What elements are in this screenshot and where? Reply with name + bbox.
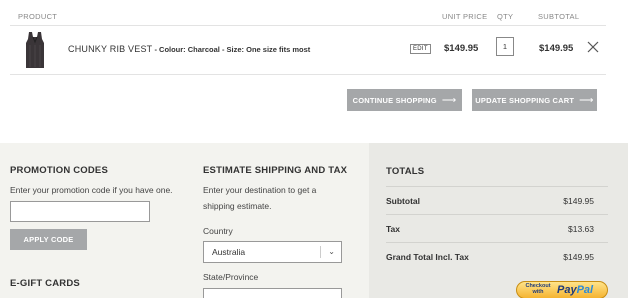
shipping-title: ESTIMATE SHIPPING AND TAX — [203, 165, 348, 176]
paypal-checkout-button[interactable]: Checkout with PayPal — [516, 281, 608, 298]
country-select[interactable]: Australia ⌄ — [203, 241, 342, 263]
qty-column-header: QTY — [497, 12, 514, 21]
paypal-logo-part-b: Pal — [576, 284, 594, 296]
item-subtotal: $149.95 — [539, 43, 574, 54]
totals-row-grand-total: Grand Total Incl. Tax $149.95 — [386, 242, 608, 270]
chevron-down-icon: ⌄ — [328, 247, 335, 256]
product-column-header: PRODUCT — [18, 12, 58, 21]
shipping-instructions: Enter your destination to get a shipping… — [203, 185, 317, 211]
promo-instructions: Enter your promotion code if you have on… — [10, 185, 173, 195]
continue-shopping-button[interactable]: CONTINUE SHOPPING ⟶ — [347, 89, 462, 111]
totals-panel: TOTALS Subtotal $149.95 Tax $13.63 Grand… — [369, 143, 628, 298]
totals-value: $149.95 — [563, 196, 594, 206]
totals-title: TOTALS — [386, 166, 425, 177]
totals-label: Grand Total Incl. Tax — [386, 252, 469, 262]
edit-item-button[interactable]: EDIT — [410, 44, 431, 54]
product-thumbnail[interactable] — [23, 31, 47, 69]
continue-shopping-label: CONTINUE SHOPPING — [352, 95, 437, 105]
update-cart-button[interactable]: UPDATE SHOPPING CART ⟶ — [472, 89, 597, 111]
quantity-input[interactable]: 1 — [496, 37, 514, 56]
totals-label: Tax — [386, 224, 401, 234]
promo-title: PROMOTION CODES — [10, 165, 109, 176]
cart-table-header: PRODUCT UNIT PRICE QTY SUBTOTAL — [0, 0, 628, 26]
select-divider — [320, 246, 321, 258]
product-title[interactable]: CHUNKY RIB VEST — [68, 44, 152, 54]
egift-title: E-GIFT CARDS — [10, 278, 80, 289]
state-label: State/Province — [203, 272, 259, 282]
country-value: Australia — [212, 247, 246, 257]
header-divider — [10, 25, 606, 26]
paypal-checkout-text: Checkout with — [525, 283, 551, 295]
product-name[interactable]: CHUNKY RIB VEST - Colour: Charcoal - Siz… — [68, 44, 310, 54]
remove-item-icon[interactable] — [587, 41, 599, 53]
state-select[interactable] — [203, 288, 342, 298]
paypal-logo-part-a: Pay — [557, 284, 577, 296]
country-label: Country — [203, 226, 233, 236]
totals-value: $149.95 — [563, 252, 594, 262]
arrow-right-icon: ⟶ — [579, 94, 594, 106]
totals-label: Subtotal — [386, 196, 420, 206]
arrow-right-icon: ⟶ — [441, 94, 457, 106]
product-options: - Colour: Charcoal - Size: One size fits… — [152, 45, 311, 54]
unit-price: $149.95 — [444, 43, 479, 54]
totals-row-subtotal: Subtotal $149.95 — [386, 186, 608, 214]
paypal-logo-icon: PayPal — [557, 284, 593, 296]
subtotal-column-header: SUBTOTAL — [538, 12, 580, 21]
cart-item-row: CHUNKY RIB VEST - Colour: Charcoal - Siz… — [0, 27, 628, 73]
update-cart-label: UPDATE SHOPPING CART — [475, 95, 575, 105]
unit-price-column-header: UNIT PRICE — [442, 12, 488, 21]
apply-code-label: APPLY CODE — [23, 235, 74, 244]
row-divider — [10, 74, 606, 75]
totals-row-tax: Tax $13.63 — [386, 214, 608, 242]
promo-code-input[interactable] — [10, 201, 150, 222]
totals-value: $13.63 — [568, 224, 594, 234]
apply-code-button[interactable]: APPLY CODE — [10, 229, 87, 250]
